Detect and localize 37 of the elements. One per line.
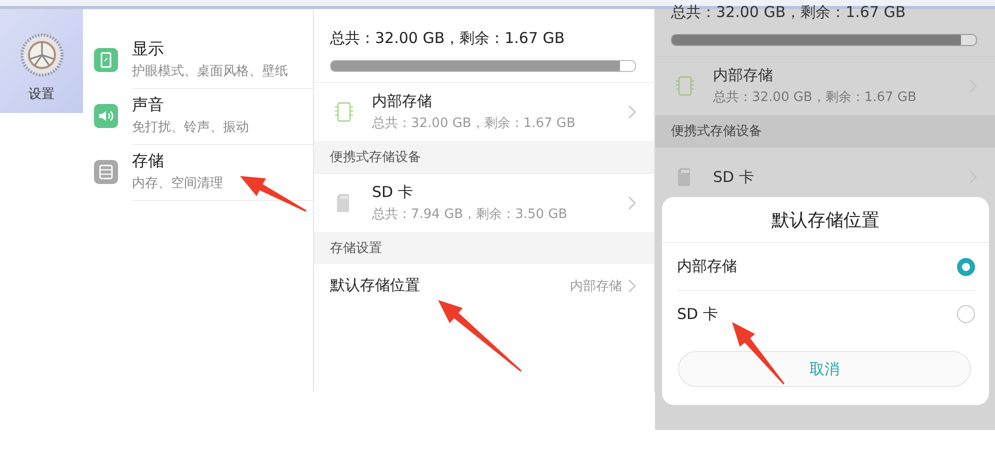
gear-icon [20, 33, 64, 77]
menu-title[interactable]: 声音 [132, 95, 313, 116]
radio-button[interactable] [957, 305, 975, 323]
section-header: 存储设置 [314, 232, 654, 264]
chevron-icon [628, 196, 636, 210]
app-tile[interactable]: 设置 [0, 9, 83, 113]
storage-detail: 总共：32.00 GB，剩余：1.67 GB [713, 89, 918, 106]
speaker-icon [94, 104, 118, 128]
storage-detail: 总共：7.94 GB，剩余：3.50 GB [372, 206, 568, 223]
storage-title: 内部存储 [713, 66, 774, 85]
storage-title: SD 卡 [372, 183, 414, 202]
storage-summary: 总共：32.00 GB，剩余：1.67 GB [329, 28, 566, 49]
dialog-title: 默认存储位置 [662, 197, 989, 243]
app-label: 设置 [28, 86, 54, 103]
chip-icon [675, 75, 695, 97]
chevron-icon [628, 105, 636, 119]
storage-icon [94, 160, 118, 184]
menu-title[interactable]: 存储 [132, 151, 313, 172]
storage-title: SD 卡 [713, 168, 755, 186]
pointer-arrow [240, 176, 306, 212]
menu-subtitle: 内存、空间清理 [132, 175, 224, 192]
chevron-icon [628, 278, 636, 292]
setting-value: 内部存储 [570, 278, 622, 294]
option-item[interactable]: 内部存储 [677, 243, 975, 290]
pointer-arrow [732, 322, 785, 384]
setting-label[interactable]: 默认存储位置 [330, 276, 564, 295]
menu-subtitle: 免打扰、铃声、振动 [132, 119, 250, 136]
menu-title[interactable]: 显示 [132, 39, 313, 60]
section-header: 便携式存储设备 [314, 141, 654, 173]
chip-icon [334, 101, 354, 123]
radio-button[interactable] [957, 258, 975, 276]
menu-subtitle: 护眼模式、桌面风格、壁纸 [132, 63, 289, 80]
storage-detail: 总共：32.00 GB，剩余：1.67 GB [372, 115, 576, 132]
phone-icon [94, 48, 118, 72]
section-header: 便携式存储设备 [655, 115, 995, 147]
storage-title: 内部存储 [372, 92, 433, 111]
storage-summary: 总共：32.00 GB，剩余：1.67 GB [670, 3, 907, 23]
